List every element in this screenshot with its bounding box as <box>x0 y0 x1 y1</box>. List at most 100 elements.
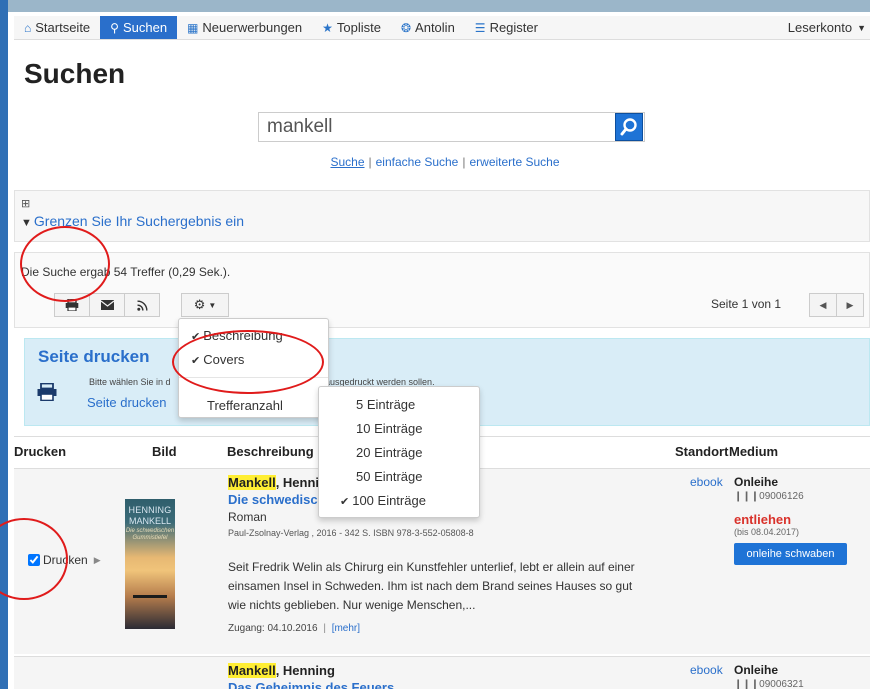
more-link[interactable]: [mehr] <box>332 623 360 634</box>
col-header-bild: Bild <box>152 444 177 460</box>
due-date: (bis 08.04.2017) <box>734 527 800 537</box>
hits-per-page-submenu: 5 Einträge 10 Einträge 20 Einträge 50 Ei… <box>318 386 480 518</box>
printer-icon <box>65 299 79 311</box>
col-header-drucken: Drucken <box>14 444 67 460</box>
nav-label: Startseite <box>35 20 91 35</box>
medium-cell: Onleihe ❙❙❙09006126 entliehen (bis 08.04… <box>734 475 847 565</box>
nav-label: Neuerwerbungen <box>202 20 303 35</box>
link-einfache-suche[interactable]: einfache Suche <box>376 155 459 169</box>
globe-icon: ❂ <box>400 20 412 35</box>
print-page-link[interactable]: Seite drucken <box>87 395 167 410</box>
menu-item-20-entries[interactable]: 20 Einträge <box>356 445 423 460</box>
chevron-left-icon: ◀ <box>819 299 827 310</box>
print-row-checkbox[interactable]: Drucken ▶ <box>28 553 101 567</box>
print-button[interactable] <box>54 293 90 317</box>
chevron-down-icon: ▼ <box>208 300 217 310</box>
expand-plus-icon[interactable]: ⊞ <box>21 197 30 210</box>
medium-type: Onleihe <box>734 663 779 677</box>
menu-item-beschreibung[interactable]: ✔ Beschreibung <box>191 328 283 343</box>
page-info: Seite 1 von 1 <box>711 297 782 311</box>
nav-item-antolin[interactable]: ❂ Antolin <box>391 16 465 39</box>
cover-title: Die schwedischen Gummistiefel <box>125 528 175 541</box>
options-dropdown-menu: ✔ Beschreibung ✔ Covers Trefferanzahl <box>178 318 329 418</box>
nav-item-startseite[interactable]: ⌂ Startseite <box>14 16 100 39</box>
caret-right-icon[interactable]: ▶ <box>94 555 101 566</box>
menu-item-trefferanzahl[interactable]: Trefferanzahl <box>207 398 283 413</box>
print-panel-title: Seite drucken <box>38 347 150 366</box>
chevron-right-icon: ▶ <box>846 299 854 310</box>
rss-icon <box>136 299 148 311</box>
gear-icon: ⚙ <box>193 297 206 312</box>
cover-author-line2: MANKELL <box>128 516 172 526</box>
barcode: ❙❙❙09006321 <box>734 679 804 689</box>
print-checkbox-label: Drucken <box>43 553 88 567</box>
header-banner <box>8 0 870 12</box>
row-description: Mankell, Henning Das Geheimnis des Feuer… <box>228 663 394 689</box>
result-count: Die Suche ergab 54 Treffer (0,29 Sek.). <box>21 265 231 279</box>
status-badge: entliehen <box>734 512 792 527</box>
nav-label: Suchen <box>122 20 168 35</box>
email-button[interactable] <box>89 293 125 317</box>
filter-toggle[interactable]: ▼ Grenzen Sie Ihr Suchergebnis ein <box>21 213 244 229</box>
publisher-info: Paul-Zsolnay-Verlag , 2016 - 342 S. ISBN… <box>228 528 474 538</box>
author-highlight: Mankell <box>228 475 276 490</box>
link-suche[interactable]: Suche <box>330 155 364 169</box>
search-input[interactable] <box>259 113 615 141</box>
onleihe-button[interactable]: onleihe schwaben <box>734 543 847 565</box>
menu-item-5-entries[interactable]: 5 Einträge <box>356 397 415 412</box>
search-icon: ⚲ <box>110 20 119 35</box>
nav-item-neuerwerbungen[interactable]: ▦ Neuerwerbungen <box>177 16 312 39</box>
search-button[interactable] <box>615 113 643 141</box>
search-icon <box>620 118 637 136</box>
author-rest: , Henning <box>275 663 335 678</box>
search-box <box>258 112 645 142</box>
check-icon: ✔ <box>340 496 350 508</box>
next-page-button[interactable]: ▶ <box>836 293 864 317</box>
barcode: ❙❙❙09006126 <box>734 491 804 502</box>
nav-item-topliste[interactable]: ★ Topliste <box>312 16 391 39</box>
location-ebook[interactable]: ebook <box>690 475 723 489</box>
menu-item-covers[interactable]: ✔ Covers <box>191 352 244 367</box>
table-row: Mankell, Henning Das Geheimnis des Feuer… <box>14 656 870 689</box>
col-header-standort: Standort <box>675 444 729 460</box>
menu-item-10-entries[interactable]: 10 Einträge <box>356 421 423 436</box>
menu-item-100-entries[interactable]: ✔ 100 Einträge <box>340 493 426 508</box>
options-dropdown-button[interactable]: ⚙ ▼ <box>181 293 229 317</box>
medium-cell: Onleihe ❙❙❙09006321 <box>734 663 804 689</box>
description-text: Seit Fredrik Welin als Chirurg ein Kunst… <box>228 560 635 612</box>
medium-type: Onleihe <box>734 475 779 489</box>
nav-item-suchen[interactable]: ⚲ Suchen <box>100 16 178 39</box>
filter-panel: ⊞ ▼ Grenzen Sie Ihr Suchergebnis ein <box>14 190 870 242</box>
page-title: Suchen <box>24 58 126 89</box>
account-menu[interactable]: Leserkonto ▼ <box>778 16 870 39</box>
results-toolbar: Die Suche ergab 54 Treffer (0,29 Sek.). <box>14 252 870 328</box>
print-hint-left: Bitte wählen Sie in d <box>89 377 171 387</box>
cover-boat-silhouette <box>133 595 167 598</box>
page: ⌂ Startseite ⚲ Suchen ▦ Neuerwerbungen ★… <box>0 0 870 689</box>
menu-item-50-entries[interactable]: 50 Einträge <box>356 469 423 484</box>
link-erweiterte-suche[interactable]: erweiterte Suche <box>469 155 559 169</box>
search-mode-links: Suche | einfache Suche | erweiterte Suche <box>330 155 560 169</box>
nav-label: Topliste <box>336 20 381 35</box>
main-navbar: ⌂ Startseite ⚲ Suchen ▦ Neuerwerbungen ★… <box>14 16 870 40</box>
check-icon: ✔ <box>191 355 201 367</box>
rss-button[interactable] <box>124 293 160 317</box>
barcode-icon: ❙❙❙ <box>734 679 760 689</box>
location-ebook[interactable]: ebook <box>690 663 723 677</box>
title-link[interactable]: Das Geheimnis des Feuers <box>228 680 394 689</box>
author-line[interactable]: Mankell, Henning <box>228 663 394 678</box>
left-accent-stripe <box>0 0 8 689</box>
printer-icon <box>37 382 57 404</box>
menu-divider <box>179 377 328 378</box>
book-cover-image[interactable]: HENNING MANKELL Die schwedischen Gummist… <box>125 499 175 629</box>
check-icon: ✔ <box>191 331 201 343</box>
account-label: Leserkonto <box>787 20 853 35</box>
nav-item-register[interactable]: ☰ Register <box>465 16 548 39</box>
prev-page-button[interactable]: ◀ <box>809 293 837 317</box>
chevron-down-icon: ▼ <box>857 22 866 33</box>
print-checkbox[interactable] <box>28 554 40 566</box>
access-date: Zugang: 04.10.2016 <box>228 623 318 634</box>
nav-label: Antolin <box>415 20 455 35</box>
calendar-icon: ▦ <box>187 20 199 35</box>
filter-label: Grenzen Sie Ihr Suchergebnis ein <box>33 213 245 229</box>
